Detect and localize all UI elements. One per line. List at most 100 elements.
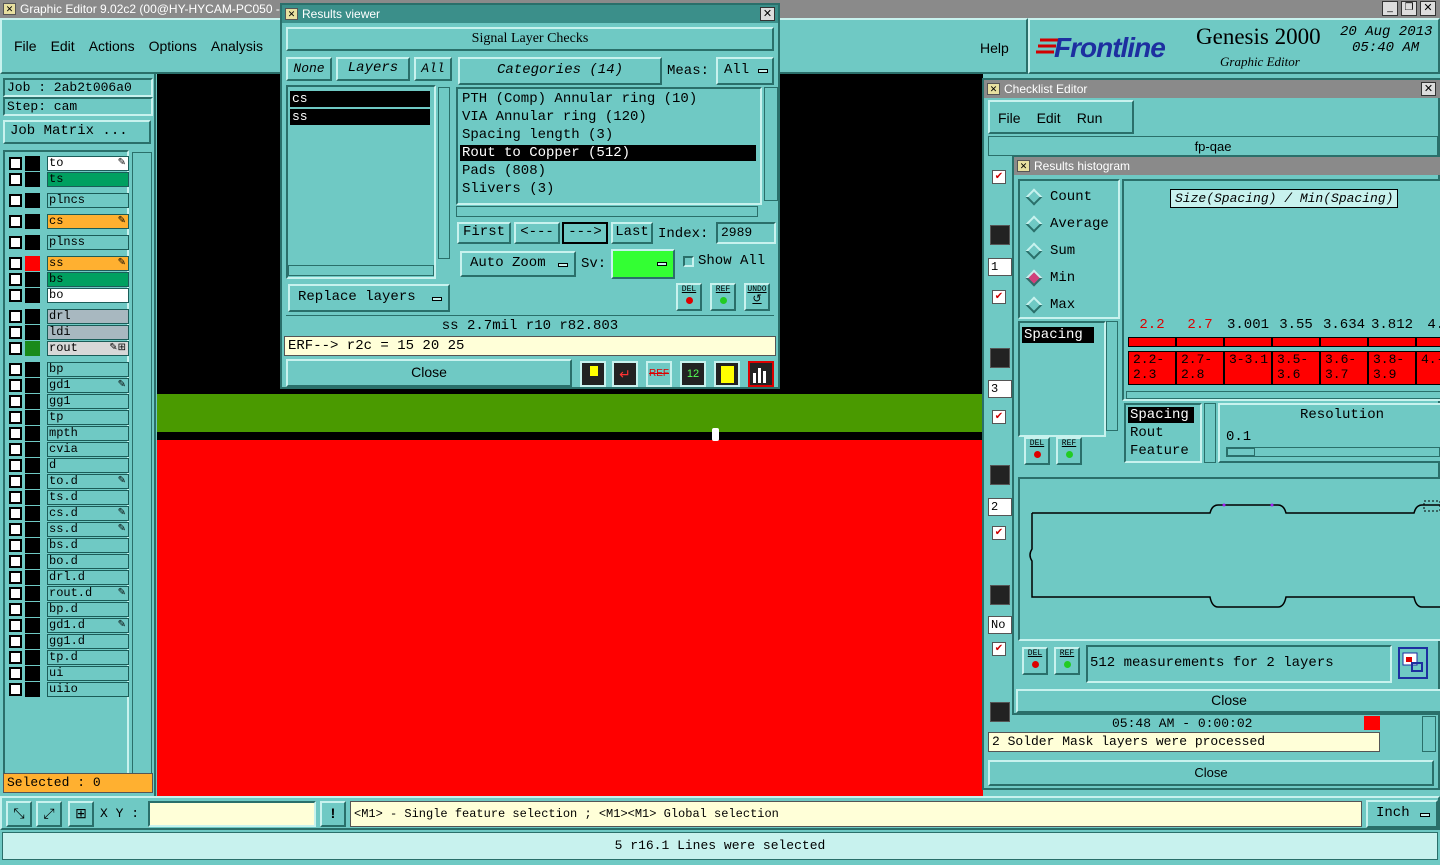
radio-icon[interactable] [1025,215,1043,233]
results-layer-hscroll[interactable] [288,265,434,276]
layer-checkbox[interactable] [9,411,22,424]
layer-swatch[interactable] [25,554,40,569]
layer-name[interactable]: ss.d ✎ [47,522,129,537]
layer-checkbox[interactable] [9,667,22,680]
next-button[interactable]: ---> [562,222,608,244]
layer-row-uiio[interactable]: uiio [7,682,129,697]
layer-row-bp[interactable]: bp [7,362,129,377]
layer-checkbox[interactable] [9,427,22,440]
layer-swatch[interactable] [25,426,40,441]
layer-row-drl[interactable]: drl [7,309,129,324]
layer-checkbox[interactable] [9,443,22,456]
measure-list-item[interactable]: Feature [1128,443,1194,459]
layer-name[interactable]: to.d ✎ [47,474,129,489]
layer-name[interactable]: tp.d [47,650,129,665]
zoom-fit-icon[interactable]: ⤡ [6,801,32,827]
radio-icon[interactable] [1025,269,1043,287]
radio-icon[interactable] [1025,296,1043,314]
layer-row-ts[interactable]: ts [7,172,129,187]
ref-button[interactable]: REF [710,283,736,311]
layer-swatch[interactable] [25,458,40,473]
layer-row-bo[interactable]: bo [7,288,129,303]
layer-row-tp[interactable]: tp [7,410,129,425]
layer-swatch[interactable] [25,618,40,633]
checklist-close-icon[interactable]: ✕ [1421,82,1436,96]
preview-ref-button[interactable]: REF [1054,647,1080,675]
layer-checkbox[interactable] [9,475,22,488]
tool-notes-icon[interactable] [714,361,740,387]
layer-row-to.d[interactable]: to.d ✎ [7,474,129,489]
layer-row-ts.d[interactable]: ts.d [7,490,129,505]
layer-row-tp.d[interactable]: tp.d [7,650,129,665]
category-item[interactable]: VIA Annular ring (120) [460,109,756,125]
category-item[interactable]: Spacing length (3) [460,127,756,143]
layer-row-bs.d[interactable]: bs.d [7,538,129,553]
histogram-bar[interactable] [1176,337,1224,347]
results-layer-item[interactable]: cs [290,91,430,107]
layers-button[interactable]: Layers [336,57,410,81]
layer-checkbox[interactable] [9,395,22,408]
layer-row-cs.d[interactable]: cs.d ✎ [7,506,129,521]
layer-swatch[interactable] [25,378,40,393]
layer-name[interactable]: plnss [47,235,129,250]
del-button[interactable]: DEL [676,283,702,311]
meas-select[interactable]: All [716,57,774,85]
layer-name[interactable]: tp [47,410,129,425]
radio-icon[interactable] [1025,188,1043,206]
spacing-list-vscroll[interactable] [1106,321,1118,431]
layer-checkbox[interactable] [9,539,22,552]
layer-checkbox[interactable] [9,173,22,186]
measure-list-item[interactable]: Spacing [1128,407,1194,423]
layer-row-gg1[interactable]: gg1 [7,394,129,409]
layer-checkbox[interactable] [9,603,22,616]
layer-name[interactable]: ui [47,666,129,681]
layer-swatch[interactable] [25,193,40,208]
run-icon[interactable] [990,225,1010,245]
layer-swatch[interactable] [25,341,40,356]
layer-row-ss.d[interactable]: ss.d ✎ [7,522,129,537]
layer-checkbox[interactable] [9,342,22,355]
layer-name[interactable]: gd1 ✎ [47,378,129,393]
layer-row-plnss[interactable]: plnss [7,235,129,250]
layer-row-to[interactable]: to ✎ [7,156,129,171]
layer-name[interactable]: cs.d ✎ [47,506,129,521]
layer-swatch[interactable] [25,602,40,617]
histogram-bar[interactable] [1128,337,1176,347]
layer-name[interactable]: rout.d ✎ [47,586,129,601]
mode-sum[interactable]: Sum [1025,242,1116,261]
layer-name[interactable]: rout ✎⊞ [47,341,129,356]
layer-row-cs[interactable]: cs ✎ [7,214,129,229]
mode-count[interactable]: Count [1025,188,1116,207]
menu-analysis[interactable]: Analysis [211,38,263,58]
categories-button[interactable]: Categories (14) [458,57,662,85]
spacing-list-item[interactable]: Spacing [1022,327,1094,343]
layer-swatch[interactable] [25,288,40,303]
layer-swatch[interactable] [25,442,40,457]
layer-swatch[interactable] [25,650,40,665]
layer-swatch[interactable] [25,522,40,537]
layer-row-rout[interactable]: rout ✎⊞ [7,341,129,356]
layer-swatch[interactable] [25,325,40,340]
resolution-slider[interactable] [1226,447,1440,457]
check-icon[interactable]: ✔ [992,170,1006,184]
layer-name[interactable]: gd1.d ✎ [47,618,129,633]
histogram-bar[interactable] [1320,337,1368,347]
layer-name[interactable]: bo [47,288,129,303]
run-icon[interactable] [990,585,1010,605]
layer-checkbox[interactable] [9,194,22,207]
layer-name[interactable]: ldi [47,325,129,340]
layer-name[interactable]: bs.d [47,538,129,553]
category-vscroll[interactable] [764,87,778,201]
check-icon[interactable]: ✔ [992,410,1006,424]
hist-ref-button[interactable]: REF [1056,437,1082,465]
layer-checkbox[interactable] [9,507,22,520]
spacing-rout-vscroll[interactable] [1204,403,1216,463]
menu-options[interactable]: Options [149,38,197,58]
layer-name[interactable]: bp [47,362,129,377]
layer-name[interactable]: bo.d [47,554,129,569]
layer-swatch[interactable] [25,570,40,585]
check-icon[interactable]: ✔ [992,526,1006,540]
layer-swatch[interactable] [25,172,40,187]
replace-layers-select[interactable]: Replace layers [288,284,450,312]
checklist-menu-edit[interactable]: Edit [1037,110,1061,126]
